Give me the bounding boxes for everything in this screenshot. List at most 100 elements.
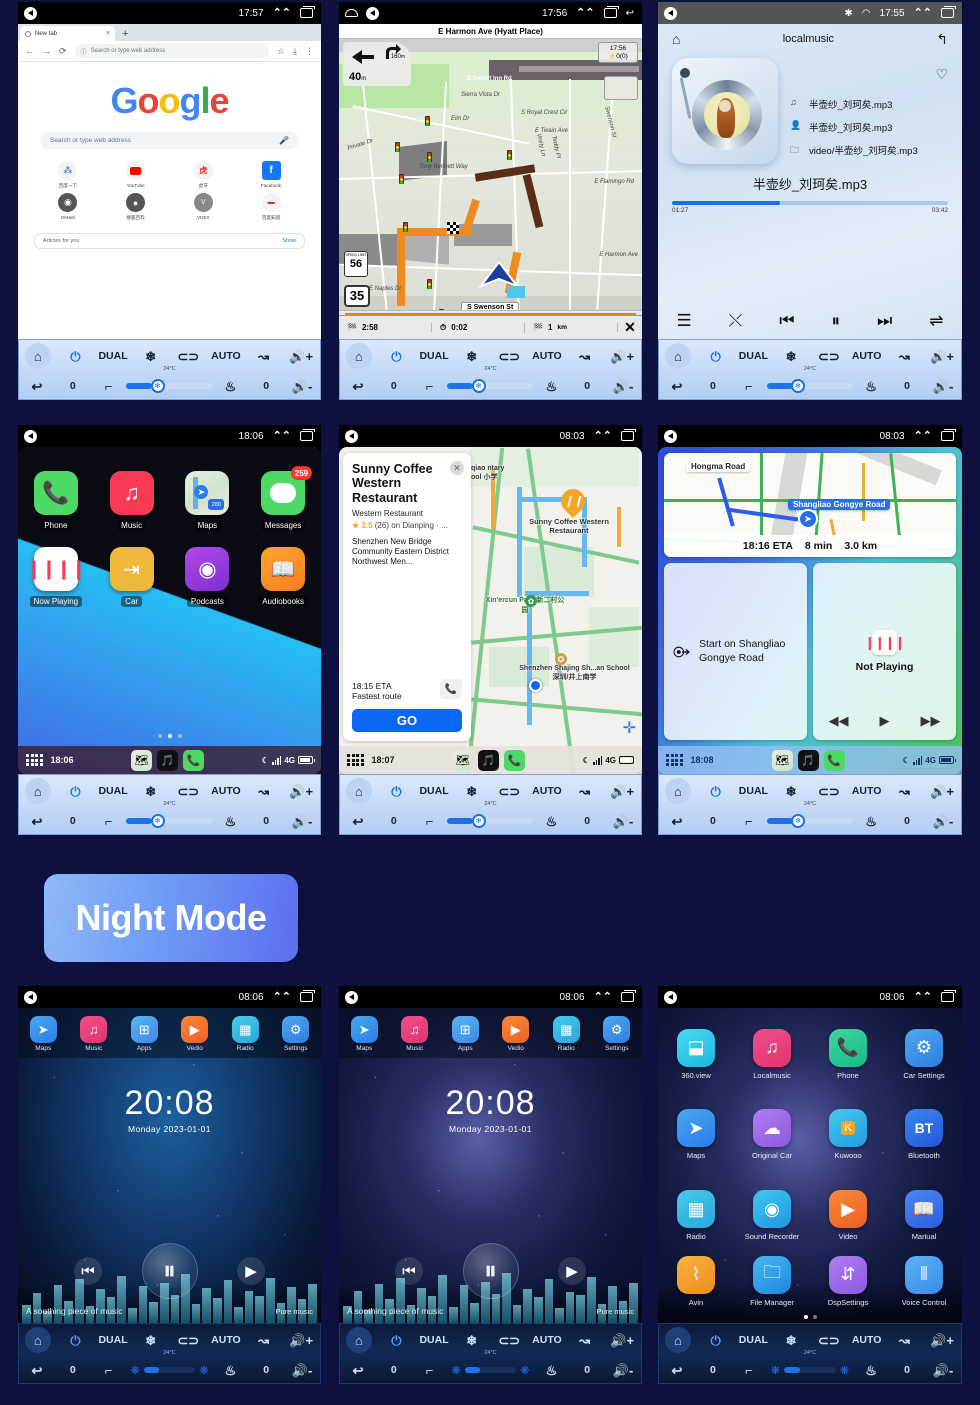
climate-auto-button[interactable]: AUTO (528, 350, 566, 362)
climate-power-button[interactable]: ⏻ (378, 1334, 416, 1347)
back-icon[interactable] (366, 6, 379, 20)
climate-power-button[interactable]: ⏻ (697, 785, 735, 798)
music-progress[interactable]: 01:27 03:42 (672, 201, 948, 214)
apps-grid-icon[interactable] (347, 754, 364, 766)
now-playing-card[interactable]: ❙❙❙❙ Not Playing ◀◀ ▶ ▶▶ (813, 563, 956, 740)
climate-power-button[interactable]: ⏻ (57, 1334, 95, 1347)
seat-vent-icon[interactable]: ↝ (566, 350, 604, 363)
seat-vent-icon[interactable]: ↝ (886, 1334, 924, 1347)
shortcut-tile[interactable]: 虎虎牙 (170, 161, 238, 189)
fan-speed-slider[interactable]: ✻ (126, 814, 213, 828)
shortcut-tile[interactable]: ● 搜狐百科 (102, 193, 170, 221)
address-input[interactable]: ⓘ Search or type web address (74, 44, 269, 58)
snowflake-icon[interactable]: ❄ (453, 350, 491, 363)
climate-auto-button[interactable]: AUTO (207, 1334, 245, 1346)
app-localmusic[interactable]: ♫ Localmusic (734, 1014, 810, 1095)
recents-icon[interactable] (621, 429, 636, 441)
carplay-app-messages[interactable]: 259 Messages (245, 466, 321, 531)
snowflake-icon[interactable]: ❄ (132, 785, 170, 798)
seat-heat-icon[interactable]: ♨ (533, 1364, 569, 1377)
climate-auto-button[interactable]: AUTO (848, 785, 886, 797)
seat-heat-icon[interactable]: ♨ (853, 380, 889, 393)
home-icon[interactable]: ⌂ (672, 31, 680, 47)
app-original-car[interactable]: ☁ Original Car (734, 1095, 810, 1176)
seat-heat-icon[interactable]: ♨ (853, 1364, 889, 1377)
back-icon[interactable] (24, 6, 37, 20)
seat-vent-icon[interactable]: ↝ (566, 1334, 604, 1347)
back-arrow-icon[interactable]: ← (25, 46, 34, 56)
rear-defrost-icon[interactable]: ⊂⊃ (491, 1334, 529, 1347)
seat-icon[interactable]: ⌐ (731, 380, 767, 393)
rear-defrost-icon[interactable]: ⊂⊃ (170, 1334, 208, 1347)
recents-icon[interactable] (941, 990, 956, 1002)
shortcut-tile[interactable]: ◉ GitHub (34, 193, 102, 221)
rear-defrost-icon[interactable]: ⊂⊃ (810, 785, 848, 798)
app-avin[interactable]: ⌇ Avin (658, 1255, 734, 1307)
volume-up-button[interactable]: 🔊+ (923, 785, 961, 798)
forward-arrow-icon[interactable]: → (42, 46, 51, 56)
climate-back-button[interactable]: ↩ (340, 815, 376, 828)
nav-map-canvas[interactable]: E Harmon Ave (Hyatt Place) 160m 40m 17:5… (339, 24, 642, 339)
climate-auto-button[interactable]: AUTO (207, 350, 245, 362)
chevron-up-icon[interactable]: ⌃⌃ (273, 430, 291, 442)
climate-power-button[interactable]: ⏻ (57, 785, 95, 798)
rear-defrost-icon[interactable]: ⊂⊃ (491, 785, 529, 798)
chevron-up-icon[interactable]: ⌃⌃ (914, 991, 932, 1003)
equalizer-icon[interactable]: ⇌ (929, 311, 943, 331)
volume-down-button[interactable]: 🔊- (605, 1364, 641, 1377)
snowflake-icon[interactable]: ❄ (453, 1334, 491, 1347)
climate-dual-button[interactable]: DUAL (415, 785, 453, 797)
call-button[interactable]: 📞 (440, 679, 462, 699)
app-radio[interactable]: ▦ Radio (658, 1175, 734, 1256)
climate-dual-button[interactable]: DUAL (415, 350, 453, 362)
remaining-time-segment[interactable]: ⏱ 0:02 (432, 322, 525, 333)
snowflake-icon[interactable]: ❄ (772, 1334, 810, 1347)
climate-dual-button[interactable]: DUAL (94, 1334, 132, 1346)
app-car-settings[interactable]: ⚙ Car Settings (886, 1014, 962, 1095)
climate-power-button[interactable]: ⏻ (378, 785, 416, 798)
previous-icon[interactable]: ⏮ (74, 1257, 102, 1285)
pause-icon[interactable]: ⏸ (462, 1243, 519, 1299)
close-icon[interactable]: × (106, 30, 110, 37)
shortcut-tile[interactable]: f Facebook (237, 161, 305, 189)
volume-down-button[interactable]: 🔊- (605, 380, 641, 393)
fan-speed-slider[interactable]: ✻ (766, 814, 854, 828)
previous-icon[interactable]: ⏮ (779, 311, 794, 331)
apps-grid-icon[interactable] (26, 754, 43, 766)
shortcut-tile[interactable]: ⁂ 百度一下 (34, 161, 102, 189)
app-maps[interactable]: ➤ Maps (658, 1095, 734, 1176)
apps-grid-icon[interactable] (666, 754, 683, 766)
fan-speed-slider[interactable]: ❋ ❋ (767, 1364, 853, 1377)
overflow-menu-icon[interactable]: ⋮ (305, 46, 314, 57)
close-route-button[interactable]: ✕ (618, 319, 642, 336)
kuwo-icon[interactable]: 🎵 (797, 749, 819, 771)
back-icon[interactable] (24, 429, 37, 443)
seat-icon[interactable]: ⌐ (91, 1364, 127, 1377)
climate-back-button[interactable]: ↩ (659, 380, 695, 393)
add-icon[interactable]: ✛ (623, 718, 636, 738)
phone-icon[interactable]: 📞 (183, 749, 205, 771)
download-icon[interactable]: ⤓ (293, 46, 297, 57)
microphone-icon[interactable]: 🎤 (279, 136, 289, 145)
climate-back-button[interactable]: ↩ (340, 380, 376, 393)
back-icon[interactable]: ↰ (936, 31, 948, 48)
maps-icon[interactable]: 🗺 (771, 749, 793, 771)
new-tab-button[interactable]: + (115, 27, 135, 41)
seat-heat-icon[interactable]: ♨ (212, 1364, 248, 1377)
carplay-app-audiobooks[interactable]: 📖 Audiobooks (245, 547, 321, 607)
volume-up-button[interactable]: 🔊+ (282, 350, 320, 363)
snowflake-icon[interactable]: ❄ (132, 350, 170, 363)
maps-icon[interactable]: 🗺 (131, 749, 153, 771)
search-input[interactable]: Search or type web address 🎤 (40, 132, 299, 149)
climate-power-button[interactable]: ⏻ (57, 350, 95, 363)
next-icon[interactable]: ⏭ (877, 311, 892, 331)
carplay-app-car[interactable]: ⇥ Car (94, 547, 170, 607)
climate-power-button[interactable]: ⏻ (697, 1334, 735, 1347)
chevron-up-icon[interactable]: ⌃⌃ (914, 430, 932, 442)
volume-down-button[interactable]: 🔊- (284, 1364, 320, 1377)
shortcut-tile[interactable]: YouTube (102, 161, 170, 189)
seat-vent-icon[interactable]: ↝ (886, 785, 924, 798)
volume-down-button[interactable]: 🔊- (284, 380, 320, 393)
carplay-app-maps[interactable]: ➤ 280 Maps (170, 471, 246, 531)
seat-icon[interactable]: ⌐ (412, 815, 448, 828)
